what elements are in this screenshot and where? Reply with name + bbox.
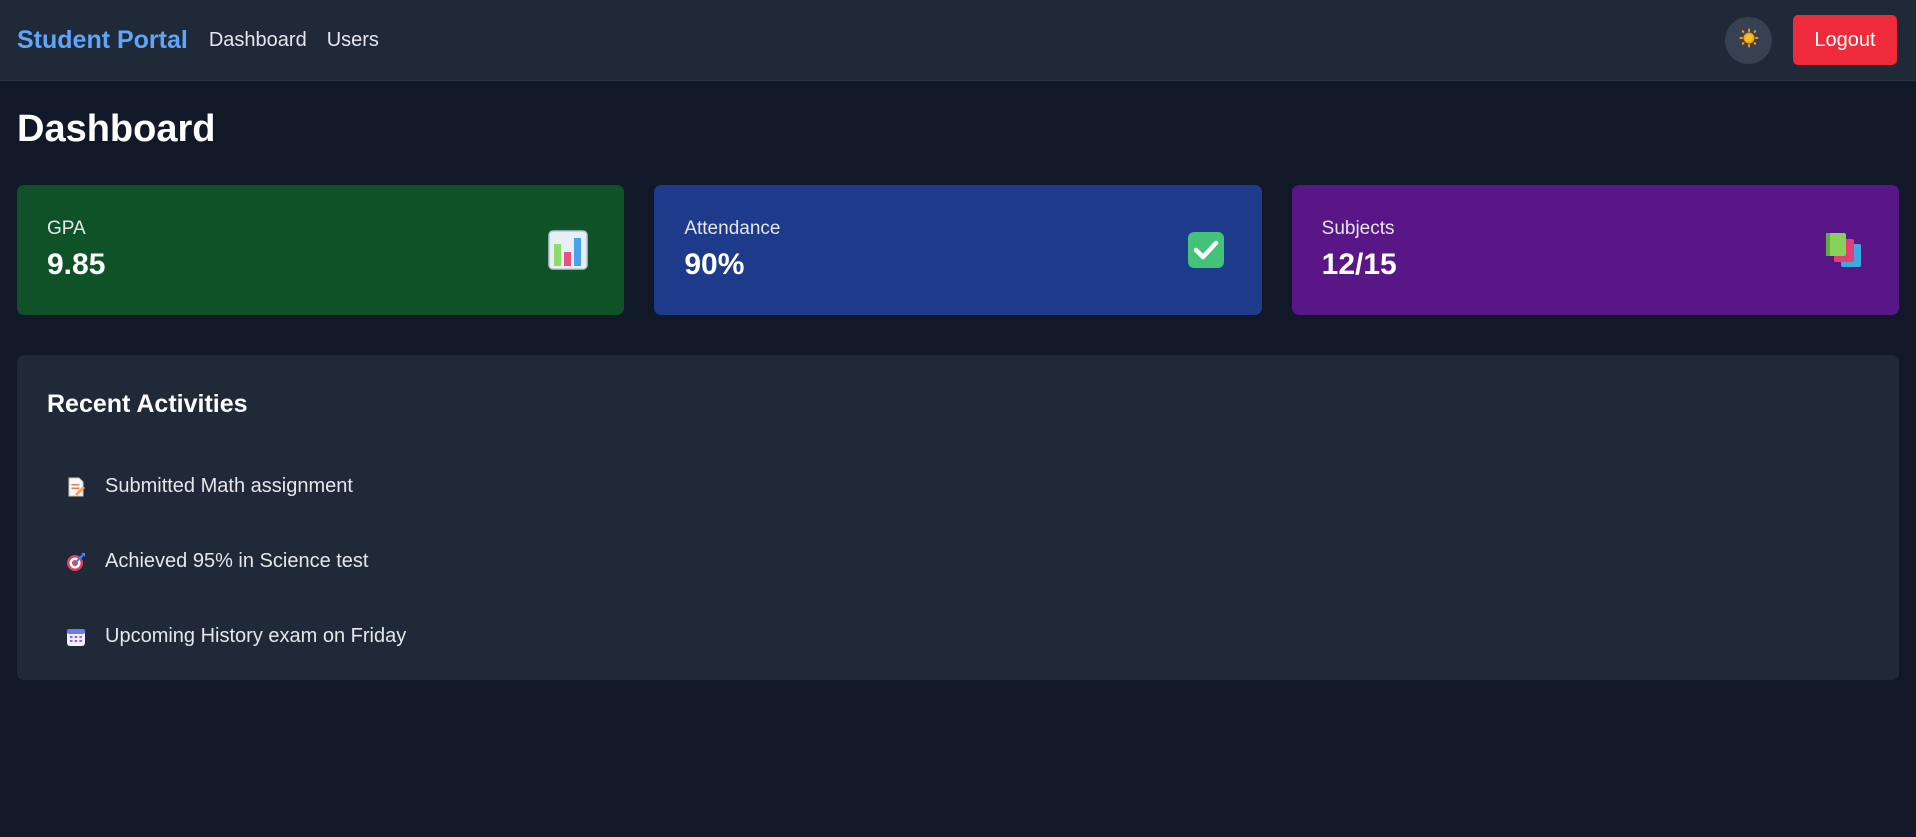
activity-item: Submitted Math assignment xyxy=(47,449,1869,524)
stat-label-gpa: GPA xyxy=(47,218,86,239)
nav-link-dashboard[interactable]: Dashboard xyxy=(209,29,307,52)
activity-text: Upcoming History exam on Friday xyxy=(105,625,407,647)
stat-label-attendance: Attendance xyxy=(684,218,781,239)
bar-chart-icon xyxy=(547,229,589,271)
logout-button[interactable]: Logout xyxy=(1793,15,1897,65)
stat-card-attendance: Attendance 90% xyxy=(654,185,1262,315)
stat-value-subjects: 12/15 xyxy=(1321,248,1397,281)
check-mark-icon xyxy=(1185,229,1227,271)
stat-card-gpa: GPA 9.85 xyxy=(17,185,625,315)
activity-item: Upcoming History exam on Friday xyxy=(47,599,1869,674)
activity-text: Submitted Math assignment xyxy=(105,475,353,497)
recent-activities-panel: Recent Activities Submitted Math assignm… xyxy=(17,355,1899,680)
activity-text: Achieved 95% in Science test xyxy=(105,550,369,572)
nav-link-users[interactable]: Users xyxy=(327,29,379,52)
theme-toggle-button[interactable] xyxy=(1725,16,1772,64)
target-icon xyxy=(65,551,87,573)
activity-item: Achieved 95% in Science test xyxy=(47,524,1869,599)
stat-label-subjects: Subjects xyxy=(1321,218,1395,239)
recent-activities-title: Recent Activities xyxy=(47,390,248,418)
main-content: Dashboard GPA 9.85 Attendance 90% Subjec… xyxy=(0,103,1916,680)
stat-cards: GPA 9.85 Attendance 90% Subjects 12/15 xyxy=(17,185,1899,315)
books-icon xyxy=(1822,229,1864,271)
page-title: Dashboard xyxy=(17,108,216,150)
stat-value-attendance: 90% xyxy=(684,248,745,281)
stat-value-gpa: 9.85 xyxy=(47,248,106,281)
top-navbar: Student Portal Dashboard Users Logout xyxy=(0,0,1916,81)
stat-card-subjects: Subjects 12/15 xyxy=(1291,185,1899,315)
brand-logo[interactable]: Student Portal xyxy=(17,26,188,55)
sun-icon xyxy=(1739,28,1759,53)
calendar-icon xyxy=(65,626,87,648)
memo-icon xyxy=(65,476,87,498)
